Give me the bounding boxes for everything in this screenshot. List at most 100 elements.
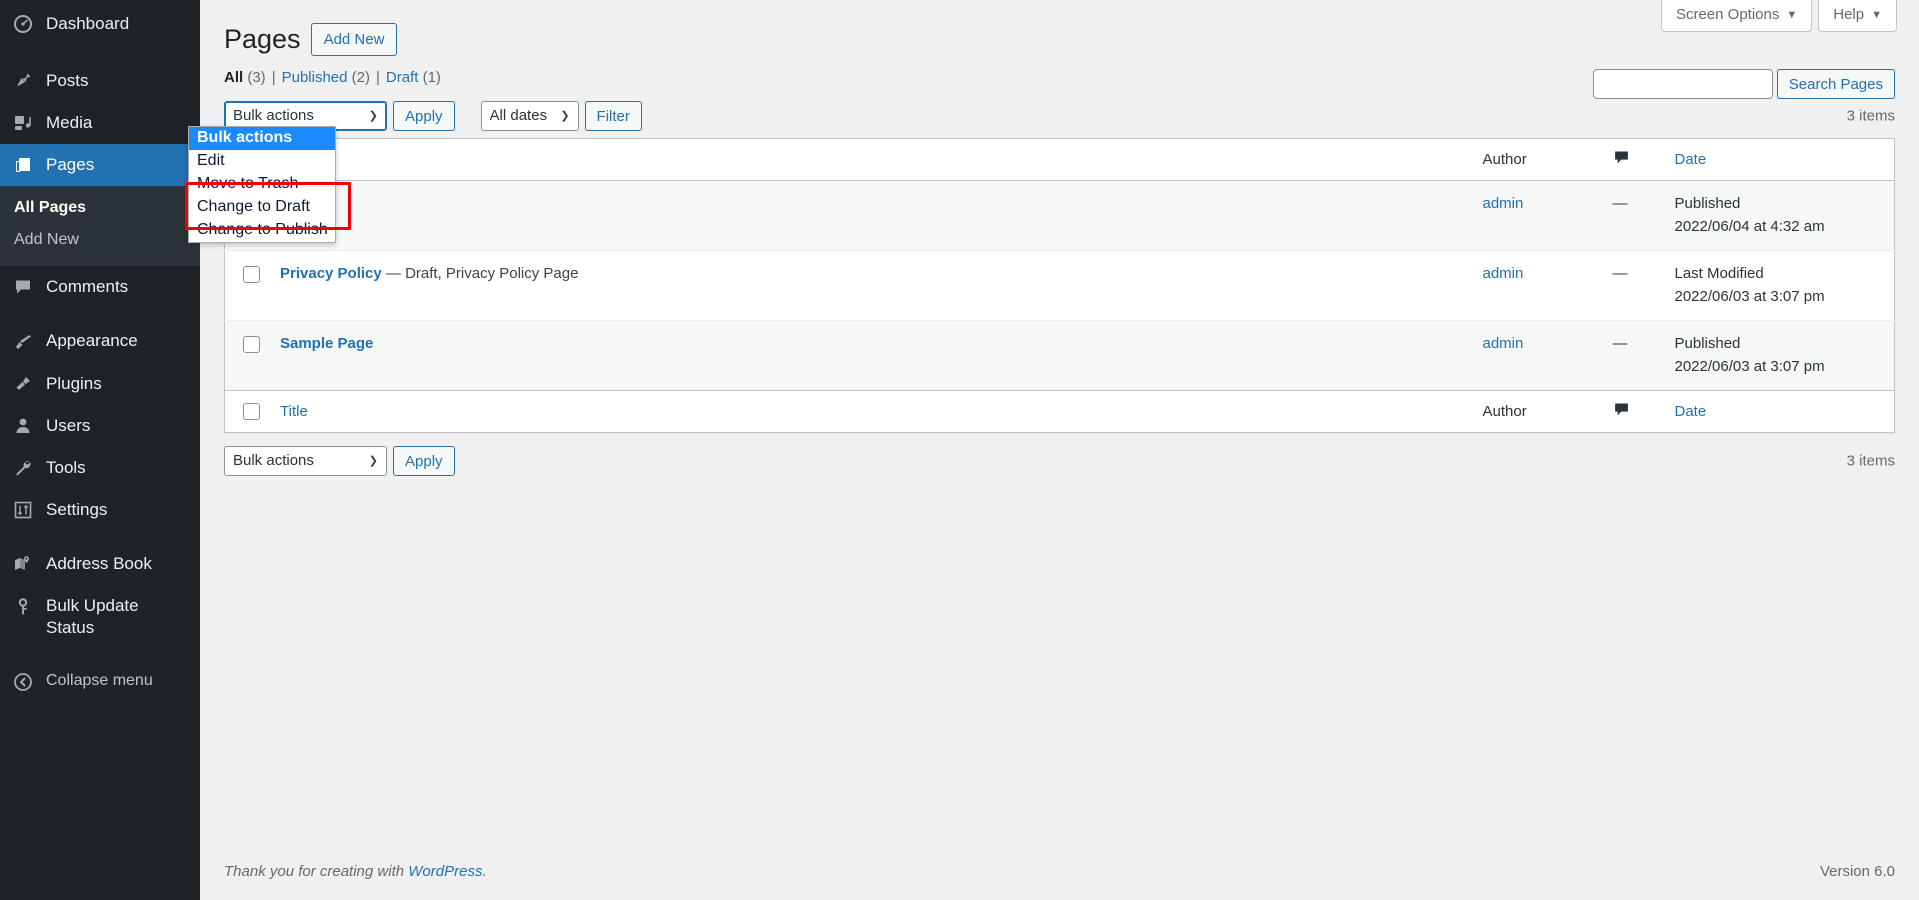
dashboard-icon <box>0 14 46 34</box>
apply-button-bottom[interactable]: Apply <box>393 446 455 477</box>
screen-options-label: Screen Options <box>1675 6 1780 23</box>
column-footer-title-label[interactable]: Title <box>280 403 308 420</box>
status-link-published[interactable]: Published (2) <box>282 69 370 86</box>
column-footer-date[interactable]: Date <box>1664 390 1895 433</box>
sidebar-collapse-menu[interactable]: Collapse menu <box>0 661 200 702</box>
footer-thanks-prefix: Thank you for creating with <box>224 863 409 880</box>
sidebar-item-dashboard[interactable]: Dashboard <box>0 0 200 48</box>
status-link-draft-label[interactable]: Draft <box>386 69 419 86</box>
row-author-link[interactable]: admin <box>1483 335 1524 352</box>
sidebar-item-appearance[interactable]: Appearance <box>0 320 200 362</box>
comment-bubble-icon <box>1613 401 1630 422</box>
bulk-dropdown-option-4[interactable]: Change to Publish <box>189 219 335 242</box>
bulk-actions-bottom: Bulk actionsEditMove to TrashChange to D… <box>224 446 455 477</box>
screen-meta-links: Screen Options ▼ Help ▼ <box>1660 0 1897 32</box>
date-filter-select[interactable]: All dates <box>480 101 579 132</box>
status-link-draft[interactable]: Draft (1) <box>386 69 441 86</box>
sidebar-item-plugins[interactable]: Plugins <box>0 363 200 405</box>
sidebar-item-comments[interactable]: Comments <box>0 266 200 308</box>
help-label: Help <box>1833 6 1865 23</box>
row-checkbox[interactable] <box>243 335 260 353</box>
sidebar-item-label: Dashboard <box>46 14 130 33</box>
status-link-published-label[interactable]: Published <box>282 69 348 86</box>
sidebar-item-tools[interactable]: Tools <box>0 447 200 489</box>
admin-sidebar: Dashboard Posts Media Pages All Pages Ad… <box>0 0 200 900</box>
row-author-cell: admin <box>1473 251 1603 321</box>
row-author-link[interactable]: admin <box>1483 265 1524 282</box>
collapse-arrow-icon <box>0 672 46 692</box>
row-title-link[interactable]: Sample Page <box>280 335 373 352</box>
wordpress-link[interactable]: WordPress <box>408 863 482 880</box>
add-new-button[interactable]: Add New <box>310 23 398 57</box>
sidebar-item-media[interactable]: Media <box>0 102 200 144</box>
bulk-dropdown-option-0[interactable]: Bulk actions <box>189 127 335 150</box>
sidebar-subitem-add-new[interactable]: Add New <box>0 224 200 256</box>
date-filter-select-wrapper: All dates ❯ <box>480 101 579 132</box>
table-row: admin — Published 2022/06/04 at 4:32 am <box>224 180 1895 251</box>
row-checkbox-cell <box>225 321 271 391</box>
sidebar-item-label: Bulk Update Status <box>46 596 139 638</box>
row-comments-cell: — <box>1612 265 1628 283</box>
sidebar-item-bulk-update-status[interactable]: Bulk Update Status <box>0 585 200 649</box>
sidebar-item-address-book[interactable]: Address Book <box>0 543 200 585</box>
row-author-cell: admin <box>1473 321 1603 391</box>
row-title-cell <box>270 181 1473 251</box>
admin-footer: Thank you for creating with WordPress. V… <box>200 847 1919 900</box>
tablenav-bottom: Bulk actionsEditMove to TrashChange to D… <box>224 439 1895 483</box>
comment-bubble-icon <box>1613 149 1630 170</box>
column-header-title[interactable]: Title <box>270 138 1473 182</box>
comment-icon <box>0 277 46 297</box>
column-footer-comments[interactable] <box>1602 390 1665 433</box>
sidebar-subitem-all-pages[interactable]: All Pages <box>0 192 200 224</box>
filter-button[interactable]: Filter <box>584 101 642 132</box>
sidebar-item-label: Users <box>46 415 91 435</box>
column-header-date-label[interactable]: Date <box>1675 151 1707 168</box>
screen-options-button[interactable]: Screen Options ▼ <box>1660 0 1813 32</box>
status-link-all[interactable]: All (3) <box>224 69 266 86</box>
row-date-cell: Published 2022/06/03 at 3:07 pm <box>1665 321 1895 391</box>
table-row: Privacy Policy — Draft, Privacy Policy P… <box>224 250 1895 321</box>
bulk-actions-dropdown-open[interactable]: Bulk actions Edit Move to Trash Change to D… <box>188 126 336 243</box>
pages-icon <box>0 155 46 175</box>
plug-icon <box>0 374 46 394</box>
row-checkbox-cell <box>225 251 271 321</box>
bulk-dropdown-option-2[interactable]: Move to Trash <box>189 173 335 196</box>
sidebar-item-pages[interactable]: Pages <box>0 144 200 187</box>
collapse-menu-label: Collapse menu <box>46 672 153 690</box>
row-author-cell: admin <box>1473 181 1603 251</box>
sidebar-item-label: Media <box>46 113 93 133</box>
footer-thanks-suffix: . <box>482 863 487 880</box>
table-head: Title Author Date <box>224 138 1895 182</box>
apply-button-top[interactable]: Apply <box>393 101 455 132</box>
sidebar-item-users[interactable]: Users <box>0 405 200 447</box>
bulk-dropdown-option-3[interactable]: Change to Draft <box>189 196 335 219</box>
user-icon <box>0 416 46 436</box>
row-title-link[interactable]: Privacy Policy <box>280 265 382 282</box>
status-link-all-label[interactable]: All <box>224 69 243 86</box>
bulk-dropdown-option-1[interactable]: Edit <box>189 150 335 173</box>
page-title: Pages <box>224 24 301 54</box>
column-footer-title[interactable]: Title <box>270 390 1473 433</box>
help-button[interactable]: Help ▼ <box>1818 0 1897 32</box>
row-date-status: Last Modified <box>1674 265 1764 283</box>
sidebar-item-posts[interactable]: Posts <box>0 60 200 102</box>
bulk-actions-select-bottom[interactable]: Bulk actionsEditMove to TrashChange to D… <box>224 446 387 477</box>
select-all-checkbox-bottom[interactable] <box>243 403 260 421</box>
column-header-comments[interactable] <box>1602 138 1665 182</box>
sidebar-item-settings[interactable]: Settings <box>0 489 200 531</box>
main-content: Screen Options ▼ Help ▼ Pages Add New Al… <box>200 0 1919 900</box>
column-header-date[interactable]: Date <box>1664 138 1895 182</box>
row-comments-cell: — <box>1612 335 1628 353</box>
chevron-down-icon: ▼ <box>1871 8 1882 21</box>
row-author-link[interactable]: admin <box>1483 195 1524 212</box>
column-footer-date-label[interactable]: Date <box>1675 403 1707 420</box>
row-checkbox[interactable] <box>243 265 260 283</box>
status-link-all-count: (3) <box>247 69 266 87</box>
wrench-icon <box>0 458 46 478</box>
table-body: admin — Published 2022/06/04 at 4:32 am Priv… <box>224 180 1895 391</box>
table-row: Sample Page admin — Published 2022/06/03 at … <box>224 320 1895 391</box>
sidebar-item-label: Tools <box>46 457 86 477</box>
chevron-down-icon: ▼ <box>1786 8 1798 21</box>
status-link-draft-count: (1) <box>422 69 441 87</box>
column-header-author: Author <box>1472 138 1603 182</box>
